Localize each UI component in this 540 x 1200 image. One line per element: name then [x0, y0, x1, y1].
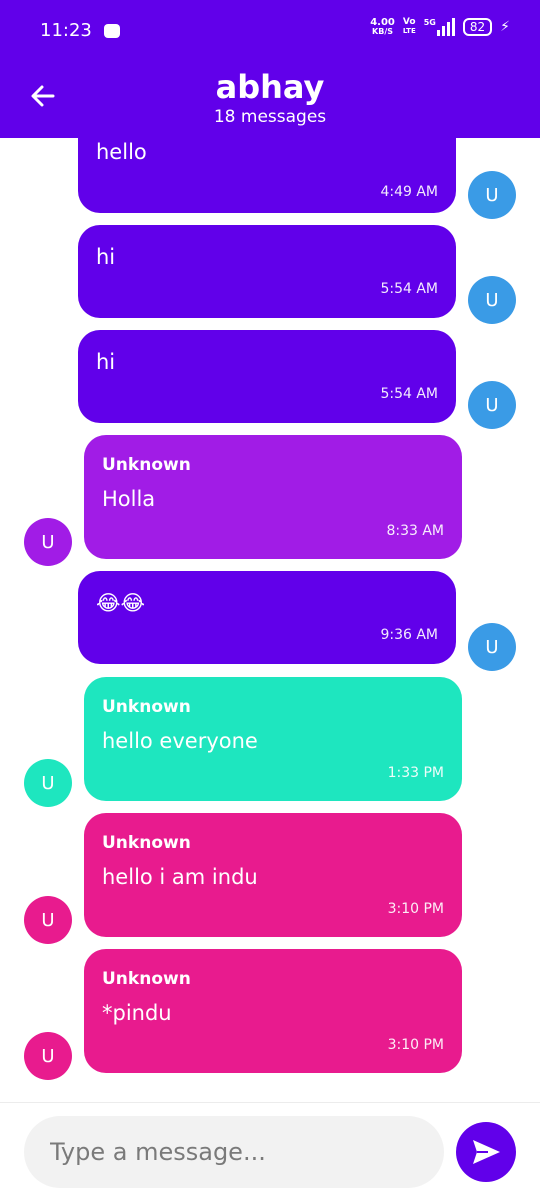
- send-icon: [473, 1140, 500, 1164]
- message-text: Holla: [102, 487, 156, 511]
- battery-icon: 82: [462, 18, 493, 36]
- message-time: 3:10 PM: [387, 1037, 444, 1053]
- status-bar: 11:23 4.00 KB/S Vo LTE 5G 82 ⚡: [0, 0, 540, 60]
- message-time: 5:54 AM: [380, 281, 438, 297]
- network-speed: 4.00 KB/S: [370, 17, 395, 37]
- message-text: *pindu: [102, 1001, 172, 1025]
- message-time: 3:10 PM: [387, 901, 444, 917]
- message-list[interactable]: hello 4:49 AM U hi 5:54 AM U hi 5:54 AM …: [0, 138, 540, 1102]
- avatar[interactable]: U: [24, 518, 72, 566]
- avatar[interactable]: U: [468, 171, 516, 219]
- avatar[interactable]: U: [24, 1032, 72, 1080]
- avatar[interactable]: U: [468, 623, 516, 671]
- chat-title-block: abhay 18 messages: [0, 68, 540, 128]
- message-bubble[interactable]: Unknown *pindu 3:10 PM: [84, 949, 462, 1073]
- message-time: 1:33 PM: [387, 765, 444, 781]
- status-indicators: 4.00 KB/S Vo LTE 5G 82 ⚡: [370, 18, 510, 36]
- charging-icon: ⚡: [500, 19, 510, 35]
- message-bubble[interactable]: Unknown Holla 8:33 AM: [84, 435, 462, 559]
- signal-icon: 5G: [424, 18, 455, 36]
- message-text: hello everyone: [102, 729, 258, 753]
- message-text: 😂😂: [96, 591, 146, 615]
- message-time: 5:54 AM: [380, 386, 438, 402]
- message-time: 9:36 AM: [380, 627, 438, 643]
- message-sender: Unknown: [102, 833, 191, 853]
- status-time: 11:23: [40, 20, 92, 41]
- message-bubble[interactable]: hi 5:54 AM: [78, 225, 456, 318]
- chat-title: abhay: [215, 68, 325, 106]
- message-bubble[interactable]: 😂😂 9:36 AM: [78, 571, 456, 664]
- message-bubble[interactable]: Unknown hello everyone 1:33 PM: [84, 677, 462, 801]
- message-text: hello: [96, 140, 147, 164]
- avatar[interactable]: U: [24, 896, 72, 944]
- message-bubble[interactable]: hi 5:54 AM: [78, 330, 456, 423]
- avatar[interactable]: U: [468, 276, 516, 324]
- send-button[interactable]: [456, 1122, 516, 1182]
- message-input[interactable]: [24, 1116, 444, 1188]
- composer-divider: [0, 1102, 540, 1103]
- notification-app-icon: [104, 24, 120, 38]
- message-time: 8:33 AM: [386, 523, 444, 539]
- avatar[interactable]: U: [24, 759, 72, 807]
- message-bubble[interactable]: hello 4:49 AM: [78, 138, 456, 213]
- avatar[interactable]: U: [468, 381, 516, 429]
- message-time: 4:49 AM: [380, 184, 438, 200]
- message-sender: Unknown: [102, 697, 191, 717]
- volte-indicator: Vo LTE: [402, 17, 416, 36]
- message-text: hello i am indu: [102, 865, 258, 889]
- message-text: hi: [96, 350, 116, 374]
- message-text: hi: [96, 245, 116, 269]
- message-bubble[interactable]: Unknown hello i am indu 3:10 PM: [84, 813, 462, 937]
- message-sender: Unknown: [102, 455, 191, 475]
- message-count: 18 messages: [213, 107, 327, 127]
- message-sender: Unknown: [102, 969, 191, 989]
- chat-header: abhay 18 messages: [0, 60, 540, 138]
